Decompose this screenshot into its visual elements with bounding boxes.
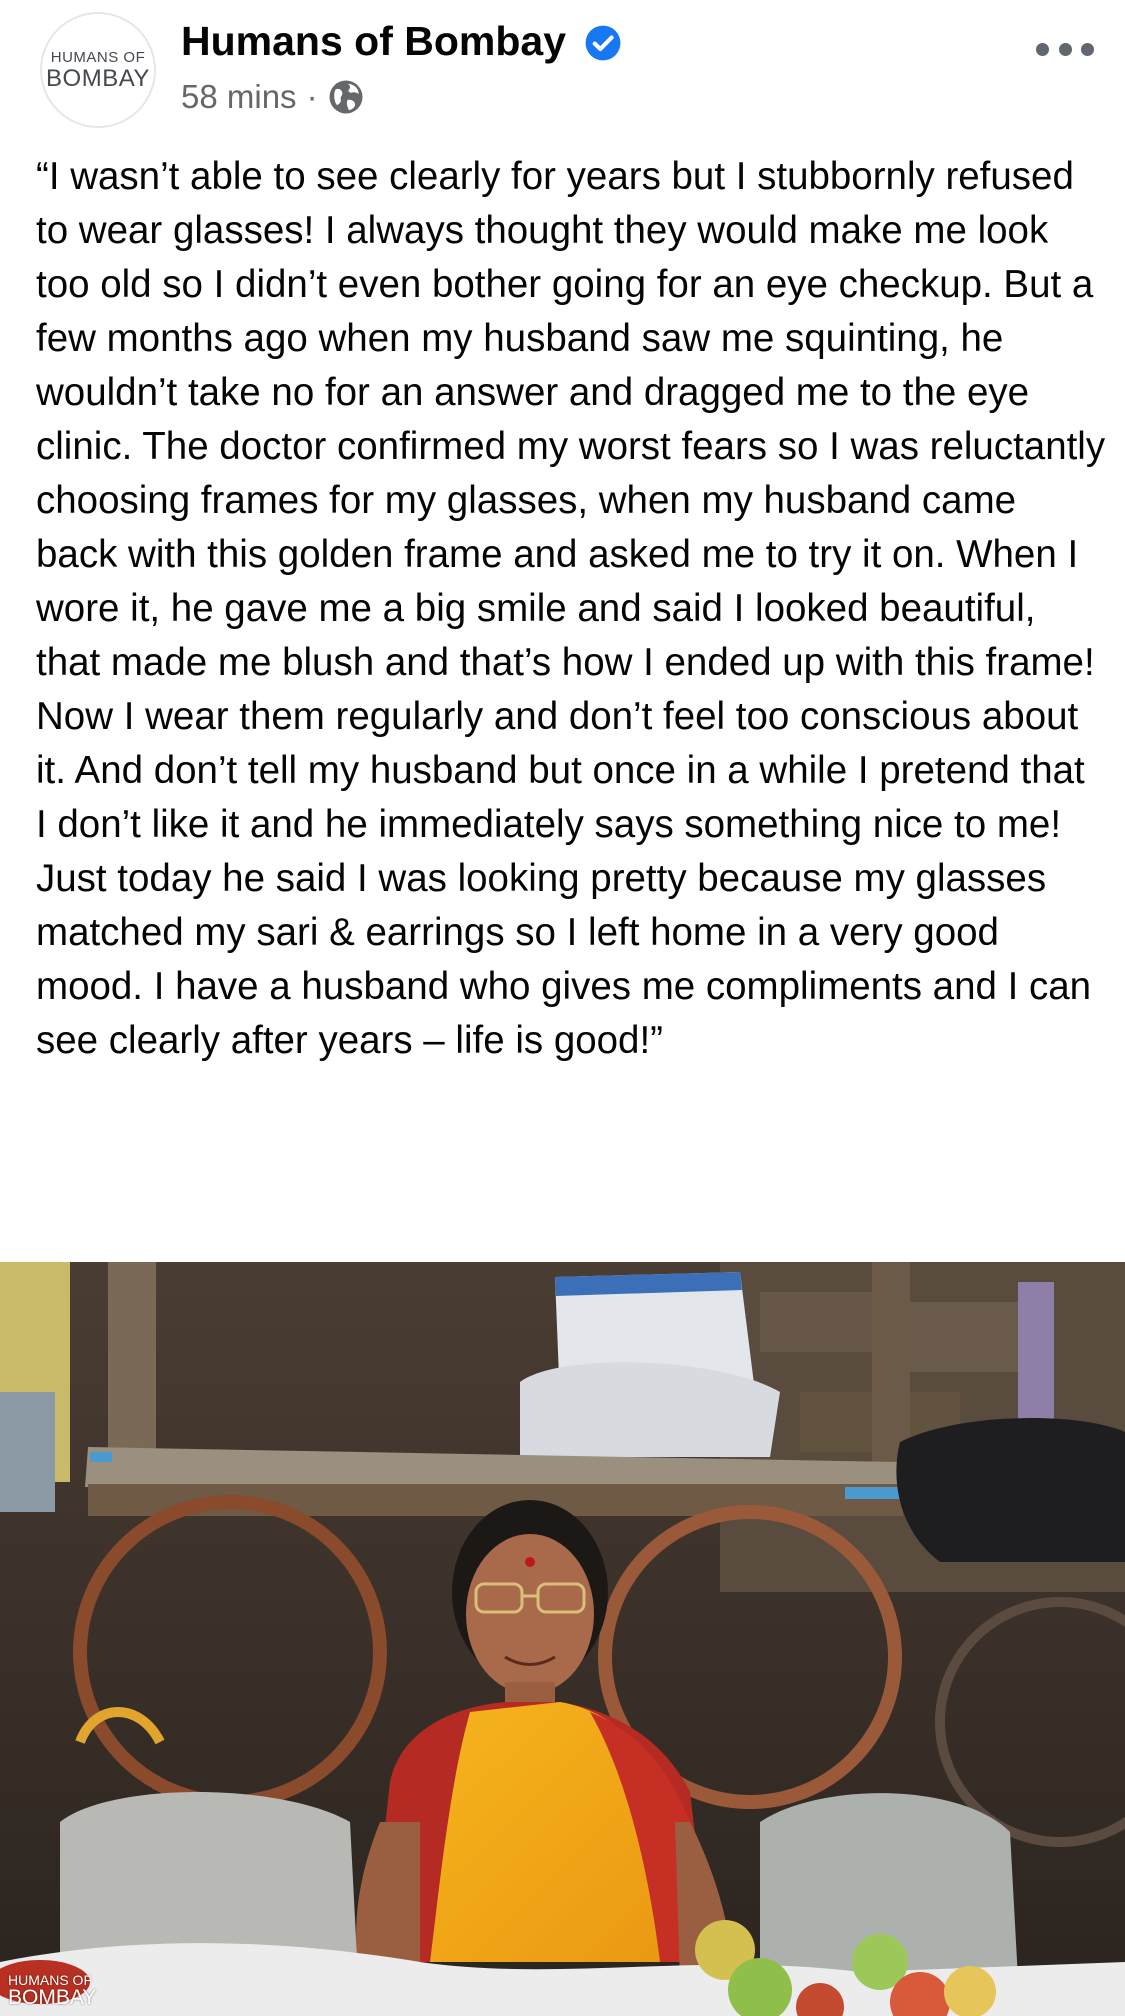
more-dot (1036, 42, 1049, 56)
post-header: HUMANS OF BOMBAY Humans of Bombay 58 min… (0, 0, 1125, 140)
watermark-line1: HUMANS OF (8, 1972, 92, 1988)
post-meta: 58 mins · (181, 78, 364, 116)
page-avatar[interactable]: HUMANS OF BOMBAY (40, 12, 156, 128)
photo-illustration (0, 1262, 1125, 2016)
verified-badge-icon (585, 25, 621, 61)
post-body-text: “I wasn’t able to see clearly for years … (36, 150, 1106, 1068)
more-dot (1081, 42, 1094, 56)
more-dot (1058, 42, 1072, 56)
post-photo[interactable]: HUMANS OF BOMBAY (0, 1262, 1125, 2016)
watermark-line2: BOMBAY (8, 1986, 97, 2009)
avatar-text-line2: BOMBAY (46, 64, 150, 92)
meta-separator: · (306, 78, 318, 115)
post-paragraph-1: “I wasn’t able to see clearly for years … (36, 155, 1116, 684)
page-name-link[interactable]: Humans of Bombay (181, 18, 566, 65)
globe-icon[interactable] (328, 79, 364, 115)
post-paragraph-2: Now I wear them regularly and don’t feel… (36, 695, 1102, 1062)
more-options-icon[interactable] (1036, 36, 1094, 62)
photo-watermark: HUMANS OF BOMBAY (8, 1973, 96, 2008)
avatar-text-line1: HUMANS OF (50, 48, 146, 66)
post-timestamp[interactable]: 58 mins (181, 78, 297, 116)
